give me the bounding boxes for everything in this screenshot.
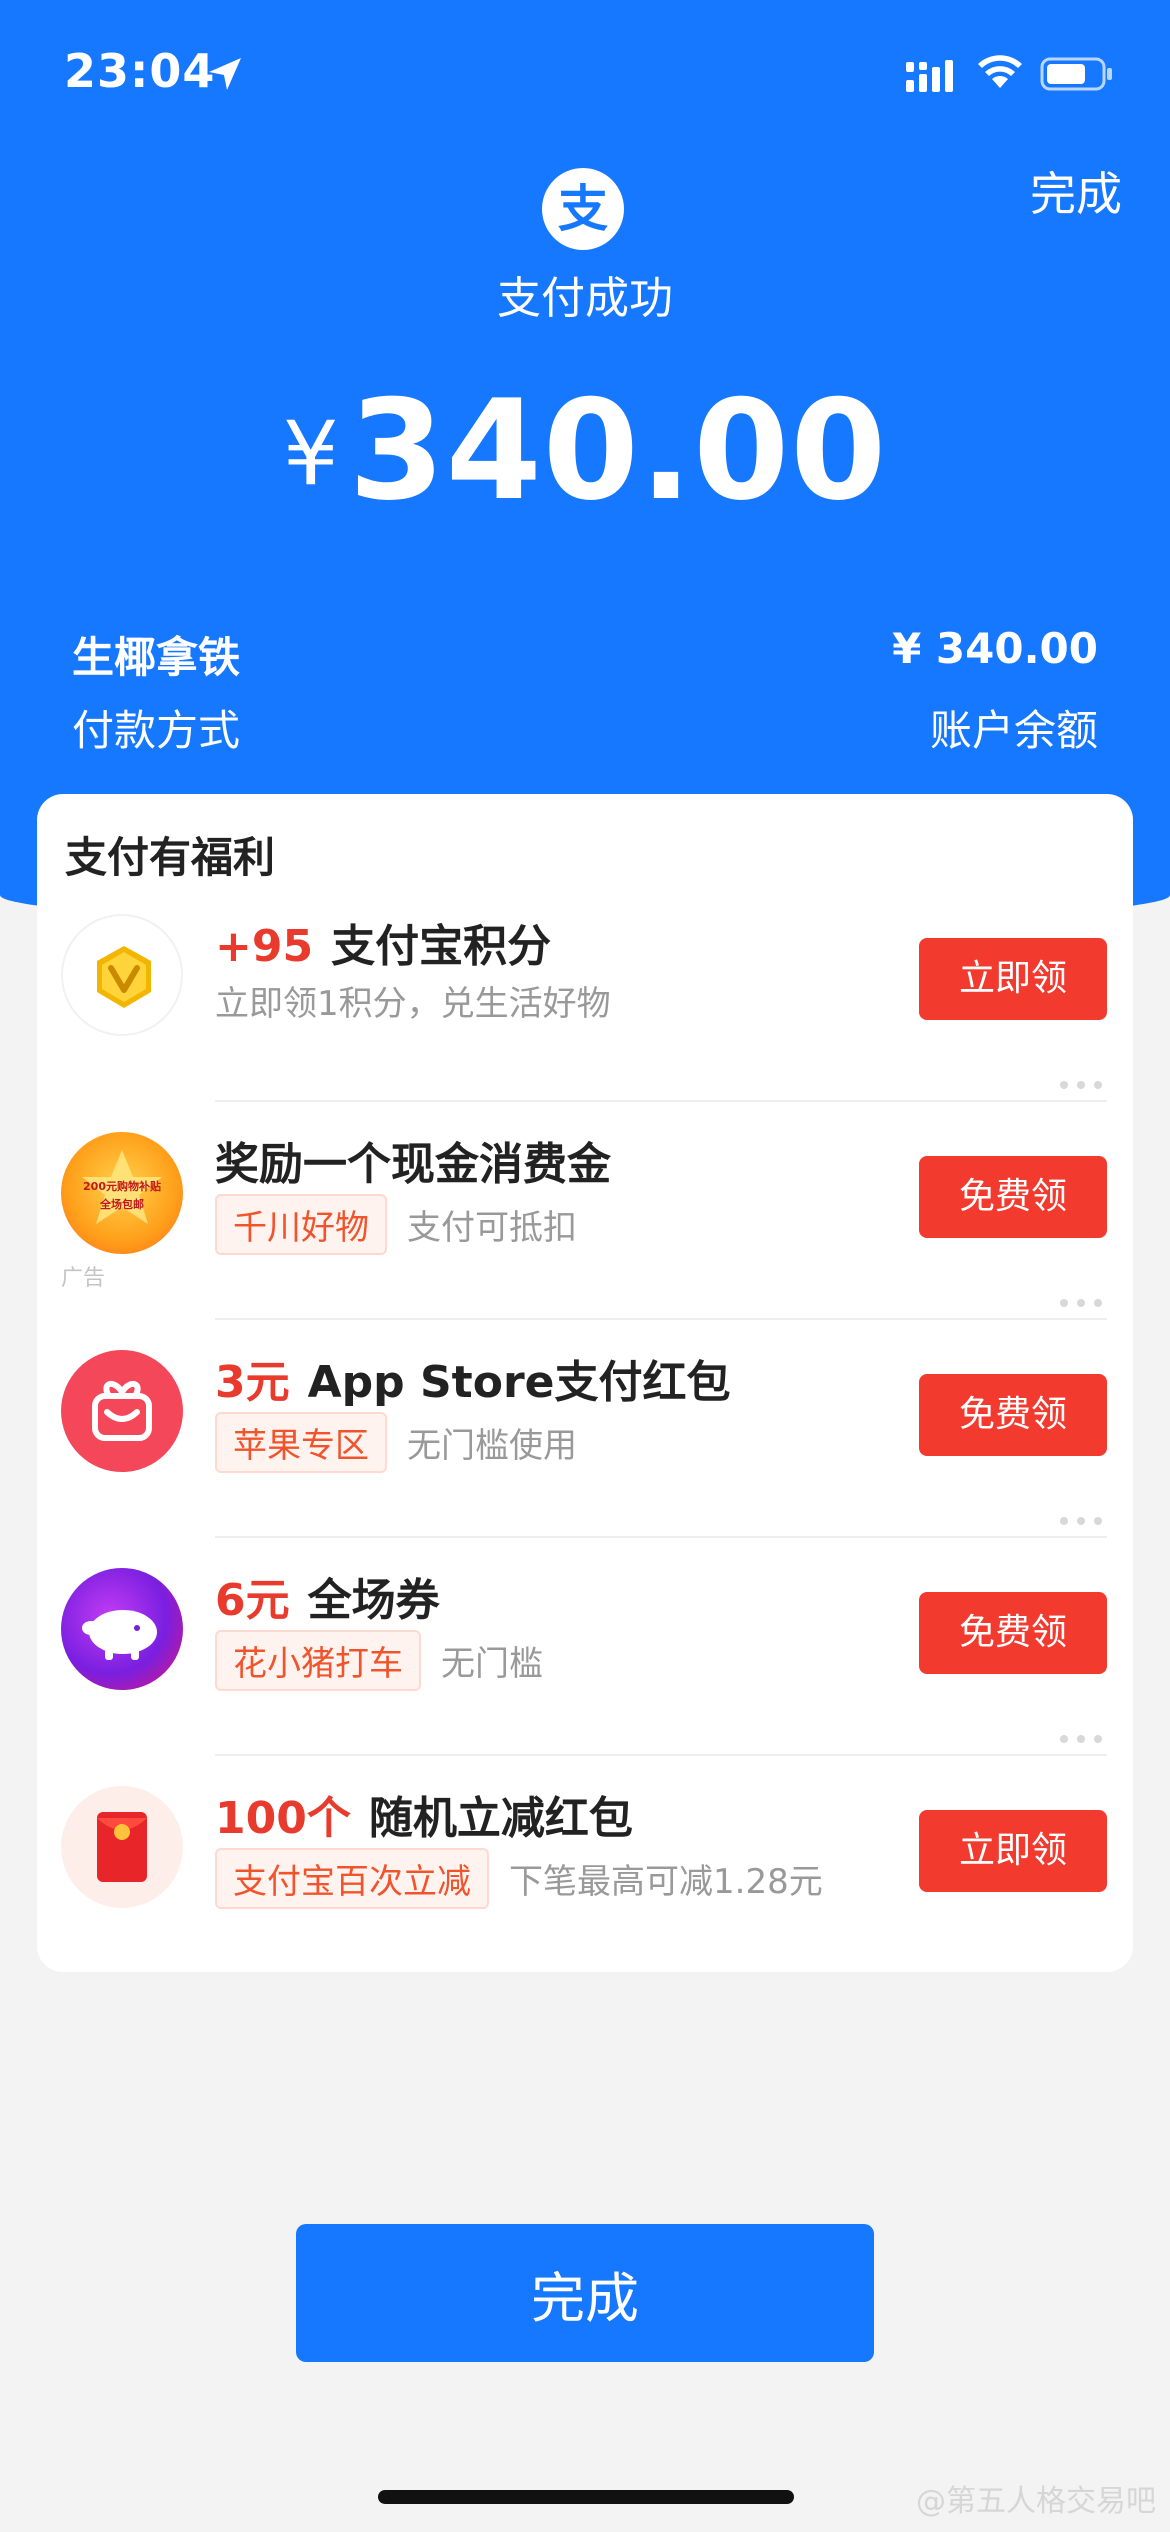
huaxiaozhu-pig-icon [61, 1568, 183, 1690]
done-button[interactable]: 完成 [296, 2224, 874, 2362]
offer-title: +95 支付宝积分 [215, 910, 551, 974]
claim-button[interactable]: 立即领 [919, 1810, 1107, 1892]
more-options-icon[interactable] [1059, 1080, 1103, 1090]
offer-name: 奖励一个现金消费金 [215, 1139, 611, 1190]
ad-label: 广告 [61, 1266, 106, 1291]
watermark: @第五人格交易吧 [916, 2484, 1156, 2519]
offer-title: 100个 随机立减红包 [215, 1782, 633, 1846]
payment-status-text: 支付成功 [497, 273, 673, 324]
offer-tag: 花小猪打车 [215, 1630, 421, 1691]
points-coin-icon [61, 914, 183, 1036]
claim-button[interactable]: 免费领 [919, 1592, 1107, 1674]
offer-name: 全场券 [307, 1575, 440, 1626]
status-time: 23:04 [64, 44, 216, 98]
merchant-item-name: 生椰拿铁 [72, 633, 241, 682]
offer-item[interactable]: 6元 全场券 花小猪打车 无门槛 免费领 [37, 1517, 1133, 1756]
offer-description: 无门槛使用 [407, 1426, 577, 1466]
claim-button[interactable]: 免费领 [919, 1374, 1107, 1456]
offer-description: 无门槛 [441, 1644, 543, 1684]
offer-item[interactable]: 100个 随机立减红包 支付宝百次立减 下笔最高可减1.28元 立即领 [37, 1735, 1133, 1974]
payment-success-page: 23:04 完成 支 支付成功 ¥340.00 生椰拿铁 ¥ 340.00 付款 [0, 0, 1170, 2532]
benefits-card: 支付有福利 +95 支付宝积分 立即领1积分，兑生活好物 立即领 200元购物补… [37, 794, 1133, 1972]
cellular-signal-icon [906, 60, 953, 92]
qianchuan-icon: 200元购物补贴 全场包邮 [61, 1132, 183, 1254]
red-envelope-icon [61, 1786, 183, 1908]
more-options-icon[interactable] [1059, 1516, 1103, 1526]
battery-icon [1040, 57, 1112, 91]
offer-description: 下笔最高可减1.28元 [509, 1862, 823, 1902]
offer-subtitle: 千川好物 支付可抵扣 [215, 1194, 577, 1255]
payment-method-value: 账户余额 [929, 706, 1098, 755]
offer-highlight: +95 [215, 921, 314, 972]
icon-caption: 200元购物补贴 [83, 1180, 161, 1193]
offer-name: App Store支付红包 [307, 1357, 731, 1408]
offer-subtitle: 立即领1积分，兑生活好物 [215, 976, 611, 1025]
claim-button[interactable]: 免费领 [919, 1156, 1107, 1238]
offer-highlight: 3元 [215, 1357, 290, 1408]
offer-description: 支付可抵扣 [407, 1208, 577, 1248]
offer-title: 奖励一个现金消费金 [215, 1128, 611, 1192]
more-options-icon[interactable] [1059, 1298, 1103, 1308]
offer-name: 随机立减红包 [368, 1793, 633, 1844]
alipay-logo-icon: 支 [542, 168, 624, 250]
offer-tag: 苹果专区 [215, 1412, 387, 1473]
offer-title: 3元 App Store支付红包 [215, 1346, 730, 1410]
offer-subtitle: 支付宝百次立减 下笔最高可减1.28元 [215, 1848, 823, 1909]
offer-name: 支付宝积分 [331, 921, 552, 972]
icon-caption-2: 全场包邮 [100, 1198, 144, 1211]
offer-item[interactable]: 3元 App Store支付红包 苹果专区 无门槛使用 免费领 [37, 1299, 1133, 1538]
offer-item[interactable]: 200元购物补贴 全场包邮 奖励一个现金消费金 千川好物 支付可抵扣 广告 免费领 [37, 1081, 1133, 1320]
offer-highlight: 100个 [215, 1793, 351, 1844]
offer-subtitle: 花小猪打车 无门槛 [215, 1630, 543, 1691]
gift-box-icon [61, 1350, 183, 1472]
wifi-icon [978, 55, 1022, 88]
offer-highlight: 6元 [215, 1575, 290, 1626]
location-arrow-icon [209, 58, 241, 90]
benefits-title: 支付有福利 [65, 833, 276, 882]
status-bar: 23:04 [0, 0, 1170, 140]
offer-tag: 千川好物 [215, 1194, 387, 1255]
payment-amount-detail: ¥ 340.00 [892, 624, 1098, 673]
payment-amount: ¥340.00 [0, 370, 1170, 531]
offer-description: 立即领1积分，兑生活好物 [215, 984, 611, 1024]
offer-item[interactable]: +95 支付宝积分 立即领1积分，兑生活好物 立即领 [37, 884, 1133, 1102]
currency-symbol: ¥ [282, 402, 339, 505]
amount-value: 340.00 [348, 370, 888, 531]
offer-tag: 支付宝百次立减 [215, 1848, 489, 1909]
offer-title: 6元 全场券 [215, 1564, 440, 1628]
claim-button[interactable]: 立即领 [919, 938, 1107, 1020]
payment-method-label: 付款方式 [72, 706, 241, 755]
done-link-top[interactable]: 完成 [1030, 158, 1122, 224]
more-options-icon[interactable] [1059, 1734, 1103, 1744]
home-indicator[interactable] [378, 2490, 794, 2504]
offer-subtitle: 苹果专区 无门槛使用 [215, 1412, 577, 1473]
